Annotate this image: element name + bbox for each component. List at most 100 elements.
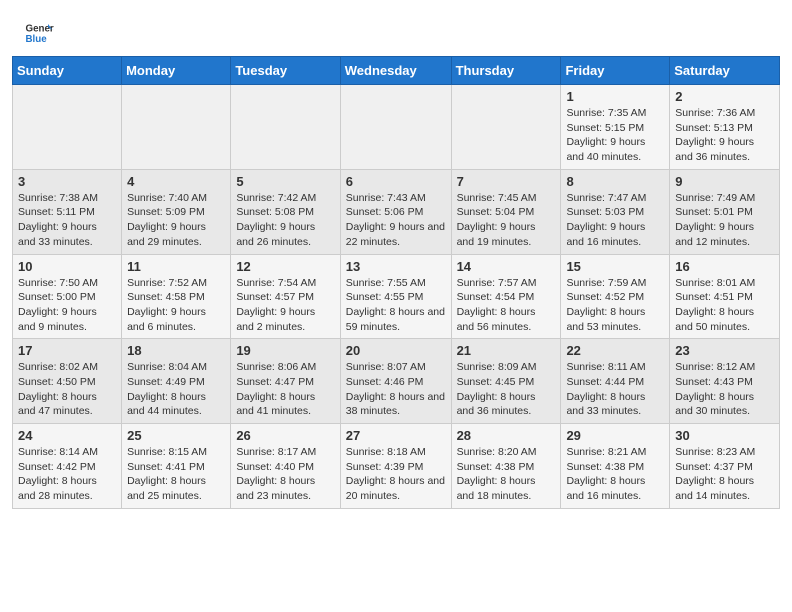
day-cell: 15Sunrise: 7:59 AM Sunset: 4:52 PM Dayli…	[561, 254, 670, 339]
day-info: Sunrise: 7:52 AM Sunset: 4:58 PM Dayligh…	[127, 276, 225, 335]
day-number: 6	[346, 174, 446, 189]
day-number: 28	[457, 428, 556, 443]
day-info: Sunrise: 8:09 AM Sunset: 4:45 PM Dayligh…	[457, 360, 556, 419]
day-number: 5	[236, 174, 334, 189]
day-cell: 7 Sunrise: 7:45 AM Sunset: 5:04 PM Daylig…	[451, 169, 561, 254]
day-number: 19	[236, 343, 334, 358]
day-cell: 6 Sunrise: 7:43 AM Sunset: 5:06 PM Daylig…	[340, 169, 451, 254]
calendar-header: SundayMondayTuesdayWednesdayThursdayFrid…	[13, 57, 780, 85]
header-day-wednesday: Wednesday	[340, 57, 451, 85]
day-cell: 24 Sunrise: 8:14 AM Sunset: 4:42 PM Dayli…	[13, 424, 122, 509]
header-day-tuesday: Tuesday	[231, 57, 340, 85]
logo-icon: General Blue	[24, 18, 54, 48]
day-number: 18	[127, 343, 225, 358]
header-row: SundayMondayTuesdayWednesdayThursdayFrid…	[13, 57, 780, 85]
day-number: 29	[566, 428, 664, 443]
day-info: Sunrise: 7:42 AM Sunset: 5:08 PM Dayligh…	[236, 191, 334, 250]
day-number: 23	[675, 343, 774, 358]
day-info: Sunrise: 8:02 AM Sunset: 4:50 PM Dayligh…	[18, 360, 116, 419]
day-info: Sunrise: 7:45 AM Sunset: 5:04 PM Dayligh…	[457, 191, 556, 250]
day-number: 15	[566, 259, 664, 274]
day-cell: 30Sunrise: 8:23 AM Sunset: 4:37 PM Dayli…	[670, 424, 780, 509]
day-number: 2	[675, 89, 774, 104]
day-info: Sunrise: 7:57 AM Sunset: 4:54 PM Dayligh…	[457, 276, 556, 335]
day-number: 27	[346, 428, 446, 443]
day-number: 25	[127, 428, 225, 443]
day-cell: 26 Sunrise: 8:17 AM Sunset: 4:40 PM Dayli…	[231, 424, 340, 509]
day-number: 17	[18, 343, 116, 358]
day-info: Sunrise: 7:47 AM Sunset: 5:03 PM Dayligh…	[566, 191, 664, 250]
day-cell: 14Sunrise: 7:57 AM Sunset: 4:54 PM Dayli…	[451, 254, 561, 339]
day-info: Sunrise: 8:23 AM Sunset: 4:37 PM Dayligh…	[675, 445, 774, 504]
day-info: Sunrise: 7:54 AM Sunset: 4:57 PM Dayligh…	[236, 276, 334, 335]
day-cell: 28 Sunrise: 8:20 AM Sunset: 4:38 PM Dayli…	[451, 424, 561, 509]
day-number: 3	[18, 174, 116, 189]
day-cell: 4Sunrise: 7:40 AM Sunset: 5:09 PM Daylig…	[122, 169, 231, 254]
day-number: 7	[457, 174, 556, 189]
day-cell: 22Sunrise: 8:11 AM Sunset: 4:44 PM Dayli…	[561, 339, 670, 424]
day-cell: 17 Sunrise: 8:02 AM Sunset: 4:50 PM Dayli…	[13, 339, 122, 424]
day-cell	[340, 85, 451, 170]
day-number: 8	[566, 174, 664, 189]
day-cell: 8 Sunrise: 7:47 AM Sunset: 5:03 PM Daylig…	[561, 169, 670, 254]
day-info: Sunrise: 7:38 AM Sunset: 5:11 PM Dayligh…	[18, 191, 116, 250]
day-info: Sunrise: 8:21 AM Sunset: 4:38 PM Dayligh…	[566, 445, 664, 504]
day-info: Sunrise: 8:17 AM Sunset: 4:40 PM Dayligh…	[236, 445, 334, 504]
day-info: Sunrise: 8:20 AM Sunset: 4:38 PM Dayligh…	[457, 445, 556, 504]
header-day-sunday: Sunday	[13, 57, 122, 85]
day-info: Sunrise: 8:15 AM Sunset: 4:41 PM Dayligh…	[127, 445, 225, 504]
day-info: Sunrise: 7:50 AM Sunset: 5:00 PM Dayligh…	[18, 276, 116, 335]
week-row-1: 1Sunrise: 7:35 AM Sunset: 5:15 PM Daylig…	[13, 85, 780, 170]
day-info: Sunrise: 7:49 AM Sunset: 5:01 PM Dayligh…	[675, 191, 774, 250]
day-number: 4	[127, 174, 225, 189]
day-cell: 3 Sunrise: 7:38 AM Sunset: 5:11 PM Daylig…	[13, 169, 122, 254]
day-info: Sunrise: 7:35 AM Sunset: 5:15 PM Dayligh…	[566, 106, 664, 165]
day-cell	[231, 85, 340, 170]
day-number: 24	[18, 428, 116, 443]
day-number: 12	[236, 259, 334, 274]
week-row-4: 17 Sunrise: 8:02 AM Sunset: 4:50 PM Dayli…	[13, 339, 780, 424]
svg-text:General: General	[26, 24, 55, 35]
day-number: 16	[675, 259, 774, 274]
day-info: Sunrise: 8:11 AM Sunset: 4:44 PM Dayligh…	[566, 360, 664, 419]
day-cell: 13 Sunrise: 7:55 AM Sunset: 4:55 PM Dayli…	[340, 254, 451, 339]
day-info: Sunrise: 8:12 AM Sunset: 4:43 PM Dayligh…	[675, 360, 774, 419]
day-cell: 9 Sunrise: 7:49 AM Sunset: 5:01 PM Daylig…	[670, 169, 780, 254]
calendar-body: 1Sunrise: 7:35 AM Sunset: 5:15 PM Daylig…	[13, 85, 780, 509]
day-number: 10	[18, 259, 116, 274]
header-day-saturday: Saturday	[670, 57, 780, 85]
day-number: 9	[675, 174, 774, 189]
day-cell: 19 Sunrise: 8:06 AM Sunset: 4:47 PM Dayli…	[231, 339, 340, 424]
week-row-5: 24 Sunrise: 8:14 AM Sunset: 4:42 PM Dayli…	[13, 424, 780, 509]
day-number: 26	[236, 428, 334, 443]
day-cell: 5 Sunrise: 7:42 AM Sunset: 5:08 PM Daylig…	[231, 169, 340, 254]
day-cell	[13, 85, 122, 170]
calendar-table: SundayMondayTuesdayWednesdayThursdayFrid…	[12, 56, 780, 509]
day-info: Sunrise: 7:55 AM Sunset: 4:55 PM Dayligh…	[346, 276, 446, 335]
day-cell: 10 Sunrise: 7:50 AM Sunset: 5:00 PM Dayli…	[13, 254, 122, 339]
day-cell: 16Sunrise: 8:01 AM Sunset: 4:51 PM Dayli…	[670, 254, 780, 339]
day-info: Sunrise: 7:43 AM Sunset: 5:06 PM Dayligh…	[346, 191, 446, 250]
header-day-thursday: Thursday	[451, 57, 561, 85]
day-cell: 11 Sunrise: 7:52 AM Sunset: 4:58 PM Dayli…	[122, 254, 231, 339]
day-cell: 20 Sunrise: 8:07 AM Sunset: 4:46 PM Dayli…	[340, 339, 451, 424]
day-cell: 27 Sunrise: 8:18 AM Sunset: 4:39 PM Dayli…	[340, 424, 451, 509]
day-cell	[122, 85, 231, 170]
week-row-2: 3 Sunrise: 7:38 AM Sunset: 5:11 PM Daylig…	[13, 169, 780, 254]
day-cell: 25 Sunrise: 8:15 AM Sunset: 4:41 PM Dayli…	[122, 424, 231, 509]
day-cell: 23 Sunrise: 8:12 AM Sunset: 4:43 PM Dayli…	[670, 339, 780, 424]
day-info: Sunrise: 8:18 AM Sunset: 4:39 PM Dayligh…	[346, 445, 446, 504]
week-row-3: 10 Sunrise: 7:50 AM Sunset: 5:00 PM Dayli…	[13, 254, 780, 339]
logo: General Blue	[24, 18, 54, 48]
day-number: 11	[127, 259, 225, 274]
day-cell: 21Sunrise: 8:09 AM Sunset: 4:45 PM Dayli…	[451, 339, 561, 424]
header-day-monday: Monday	[122, 57, 231, 85]
day-info: Sunrise: 8:07 AM Sunset: 4:46 PM Dayligh…	[346, 360, 446, 419]
day-number: 13	[346, 259, 446, 274]
header-day-friday: Friday	[561, 57, 670, 85]
day-info: Sunrise: 8:04 AM Sunset: 4:49 PM Dayligh…	[127, 360, 225, 419]
calendar-wrapper: SundayMondayTuesdayWednesdayThursdayFrid…	[0, 56, 792, 521]
day-number: 20	[346, 343, 446, 358]
day-info: Sunrise: 8:06 AM Sunset: 4:47 PM Dayligh…	[236, 360, 334, 419]
day-info: Sunrise: 8:14 AM Sunset: 4:42 PM Dayligh…	[18, 445, 116, 504]
